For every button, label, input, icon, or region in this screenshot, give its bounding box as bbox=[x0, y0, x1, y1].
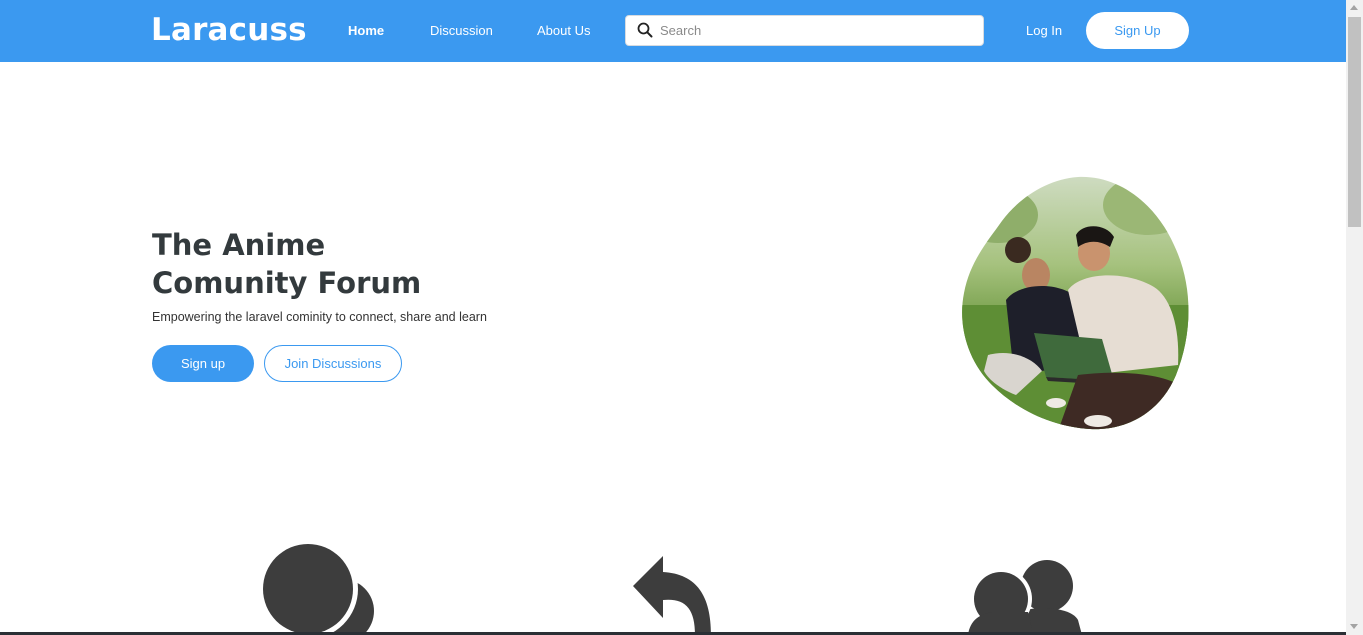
brand-logo[interactable]: Laracuss bbox=[151, 12, 307, 48]
nav-link-about-us[interactable]: About Us bbox=[537, 22, 590, 39]
hero-title-line-2: Comunity Forum bbox=[152, 266, 422, 300]
hero-students-image bbox=[962, 176, 1189, 430]
join-discussions-button[interactable]: Join Discussions bbox=[264, 345, 402, 382]
scroll-up-arrow-icon[interactable] bbox=[1350, 5, 1358, 10]
search-box bbox=[625, 15, 984, 46]
nav-link-discussion[interactable]: Discussion bbox=[430, 22, 493, 39]
hero-title: The Anime Comunity Forum bbox=[152, 226, 572, 302]
reply-arrow-icon bbox=[633, 556, 711, 635]
nav-link-home[interactable]: Home bbox=[348, 22, 384, 39]
chat-bubbles-icon bbox=[262, 543, 374, 635]
login-link[interactable]: Log In bbox=[1026, 22, 1062, 39]
hero-title-line-1: The Anime bbox=[152, 228, 326, 262]
search-input[interactable] bbox=[660, 20, 975, 41]
top-navbar: Laracuss Home Discussion About Us Log In… bbox=[0, 0, 1346, 62]
hero-signup-button[interactable]: Sign up bbox=[152, 345, 254, 382]
signup-button[interactable]: Sign Up bbox=[1086, 12, 1189, 49]
users-icon bbox=[968, 560, 1082, 635]
search-icon[interactable] bbox=[637, 22, 653, 38]
scrollbar-thumb[interactable] bbox=[1348, 17, 1361, 227]
scroll-down-arrow-icon[interactable] bbox=[1350, 624, 1358, 629]
hero-subtitle: Empowering the laravel cominity to conne… bbox=[152, 310, 487, 324]
vertical-scrollbar[interactable] bbox=[1346, 0, 1363, 635]
